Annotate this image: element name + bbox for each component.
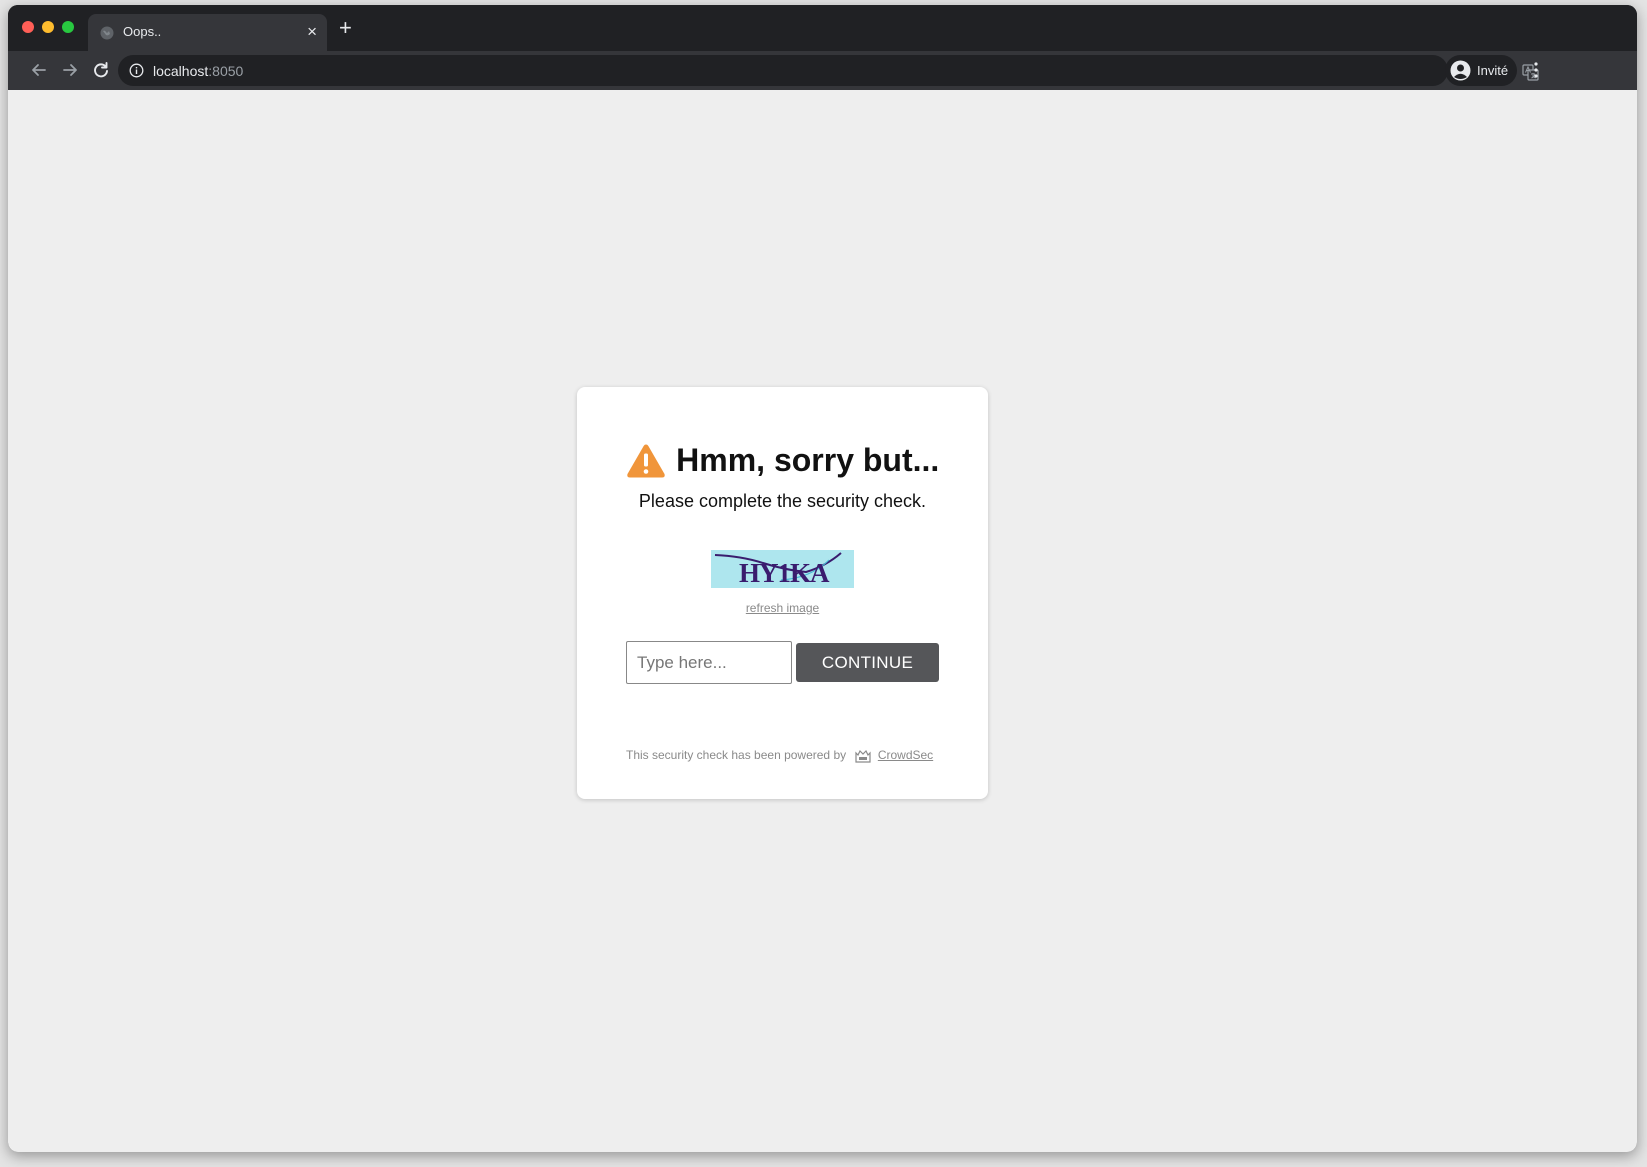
globe-icon (100, 26, 114, 40)
tab-strip: Oops.. × + (8, 5, 1637, 51)
captcha-card: Hmm, sorry but... Please complete the se… (577, 387, 988, 799)
captcha-answer-input[interactable] (626, 641, 792, 684)
back-arrow-icon[interactable] (28, 59, 50, 81)
url-text: localhost:8050 (153, 63, 243, 79)
maximize-window-button[interactable] (62, 21, 74, 33)
refresh-image-link[interactable]: refresh image (577, 601, 988, 615)
page-title: Hmm, sorry but... (676, 442, 940, 478)
captcha-image: HY1KA (711, 550, 854, 588)
browser-window: Oops.. × + localhost:8050 Invité Hmm, so… (8, 5, 1637, 1152)
tab-title: Oops.. (123, 24, 162, 39)
footer-text: This security check has been powered by (626, 748, 847, 762)
page-viewport: Hmm, sorry but... Please complete the se… (8, 90, 1637, 1152)
close-window-button[interactable] (22, 21, 34, 33)
new-tab-button[interactable]: + (339, 17, 352, 39)
reload-icon[interactable] (90, 59, 112, 81)
crowdsec-link[interactable]: CrowdSec (878, 748, 933, 762)
minimize-window-button[interactable] (42, 21, 54, 33)
warning-icon (626, 444, 665, 477)
info-icon[interactable] (129, 63, 144, 78)
footer: This security check has been powered by … (626, 748, 939, 763)
address-bar[interactable]: localhost:8050 (118, 55, 1539, 86)
crowdsec-logo-icon (855, 749, 872, 763)
captcha-text: HY1KA (739, 558, 830, 588)
tab-active[interactable]: Oops.. × (88, 14, 327, 51)
url-port: :8050 (208, 63, 244, 79)
profile-icon (1450, 60, 1471, 81)
profile-label: Invité (1477, 63, 1509, 78)
browser-toolbar: localhost:8050 Invité (8, 51, 1637, 90)
forward-arrow-icon[interactable] (59, 59, 81, 81)
title-row: Hmm, sorry but... (577, 442, 988, 479)
page-subtitle: Please complete the security check. (638, 491, 927, 511)
kebab-menu-icon[interactable] (1528, 60, 1544, 80)
profile-button[interactable]: Invité (1445, 55, 1517, 86)
continue-button[interactable]: CONTINUE (796, 643, 939, 682)
url-host: localhost (153, 63, 209, 79)
tab-close-icon[interactable]: × (307, 22, 317, 42)
